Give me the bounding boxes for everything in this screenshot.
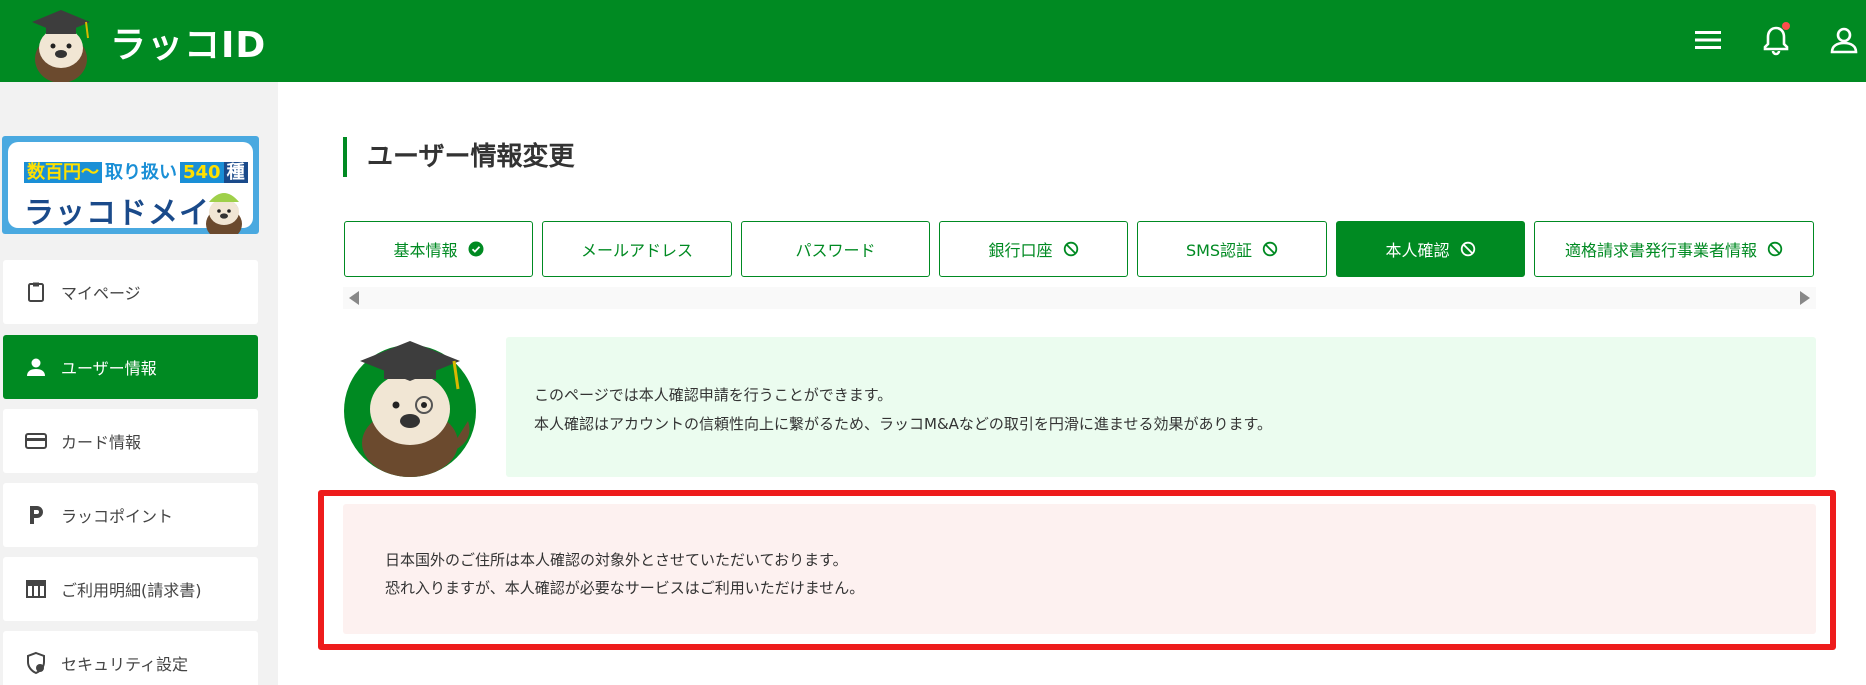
- tab-basic-info[interactable]: 基本情報: [344, 221, 533, 277]
- banner-tagline: 数百円〜 取り扱い 540 種: [24, 158, 248, 184]
- table-icon: [23, 576, 49, 602]
- otter-mascot-logo[interactable]: [22, 4, 100, 82]
- otter-professor-mascot: [344, 341, 476, 477]
- tab-password[interactable]: パスワード: [741, 221, 930, 277]
- sidebar-item-label: セキュリティ設定: [61, 655, 189, 674]
- prohibited-icon: [1767, 241, 1783, 257]
- clipboard-icon: [23, 279, 49, 305]
- tab-email[interactable]: メールアドレス: [542, 221, 732, 277]
- info-line-1: このページでは本人確認申請を行うことができます。: [534, 386, 893, 404]
- person-icon: [23, 354, 49, 380]
- tab-identity-verification[interactable]: 本人確認: [1336, 221, 1525, 277]
- info-message-box: このページでは本人確認申請を行うことができます。 本人確認はアカウントの信頼性向…: [506, 337, 1816, 477]
- sidebar-item-label: ご利用明細(請求書): [61, 581, 202, 600]
- user-icon[interactable]: [1826, 22, 1862, 58]
- sidebar-item-mypage[interactable]: マイページ: [3, 260, 258, 324]
- notification-dot: [1782, 22, 1790, 30]
- credit-card-icon: [23, 428, 49, 454]
- sidebar-item-label: カード情報: [61, 433, 142, 452]
- prohibited-icon: [1460, 241, 1476, 257]
- sidebar: 数百円〜 取り扱い 540 種 ラッコドメイン マイページ ユーザー情報 カード情報: [0, 82, 278, 685]
- menu-icon[interactable]: [1690, 22, 1726, 58]
- info-line-2: 本人確認はアカウントの信頼性向上に繋がるため、ラッコM&Aなどの取引を円滑に進ま…: [534, 415, 1272, 433]
- point-p-icon: [23, 502, 49, 528]
- tab-sms-auth[interactable]: SMS認証: [1137, 221, 1327, 277]
- rakko-domain-banner[interactable]: 数百円〜 取り扱い 540 種 ラッコドメイン: [2, 136, 259, 234]
- sidebar-item-user-info[interactable]: ユーザー情報: [3, 335, 258, 399]
- tab-bank-account[interactable]: 銀行口座: [939, 221, 1128, 277]
- warning-line-2: 恐れ入りますが、本人確認が必要なサービスはご利用いただけません。: [385, 579, 865, 597]
- scroll-left-arrow-icon[interactable]: [349, 291, 359, 305]
- sidebar-item-label: ユーザー情報: [61, 359, 157, 378]
- prohibited-icon: [1262, 241, 1278, 257]
- warning-line-1: 日本国外のご住所は本人確認の対象外とさせていただいております。: [385, 551, 848, 569]
- sidebar-item-rakko-point[interactable]: ラッコポイント: [3, 483, 258, 547]
- warning-message-box: 日本国外のご住所は本人確認の対象外とさせていただいております。 恐れ入りますが、…: [343, 504, 1816, 634]
- bell-icon[interactable]: [1758, 22, 1794, 58]
- scroll-right-arrow-icon[interactable]: [1800, 291, 1810, 305]
- tab-qualified-invoice-issuer[interactable]: 適格請求書発行事業者情報: [1534, 221, 1814, 277]
- sidebar-item-billing[interactable]: ご利用明細(請求書): [3, 557, 258, 621]
- sidebar-item-label: マイページ: [61, 284, 141, 303]
- tab-scrollbar[interactable]: [343, 287, 1816, 309]
- brand-name[interactable]: ラッコID: [110, 16, 266, 68]
- prohibited-icon: [1063, 241, 1079, 257]
- otter-banner-icon: [206, 193, 242, 234]
- check-circle-icon: [468, 241, 484, 257]
- page-title: ユーザー情報変更: [343, 137, 574, 177]
- sidebar-item-label: ラッコポイント: [61, 507, 174, 526]
- top-header: ラッコID: [0, 0, 1866, 82]
- sidebar-item-security[interactable]: セキュリティ設定: [3, 631, 258, 685]
- shield-icon: [23, 650, 49, 676]
- sidebar-item-card-info[interactable]: カード情報: [3, 409, 258, 473]
